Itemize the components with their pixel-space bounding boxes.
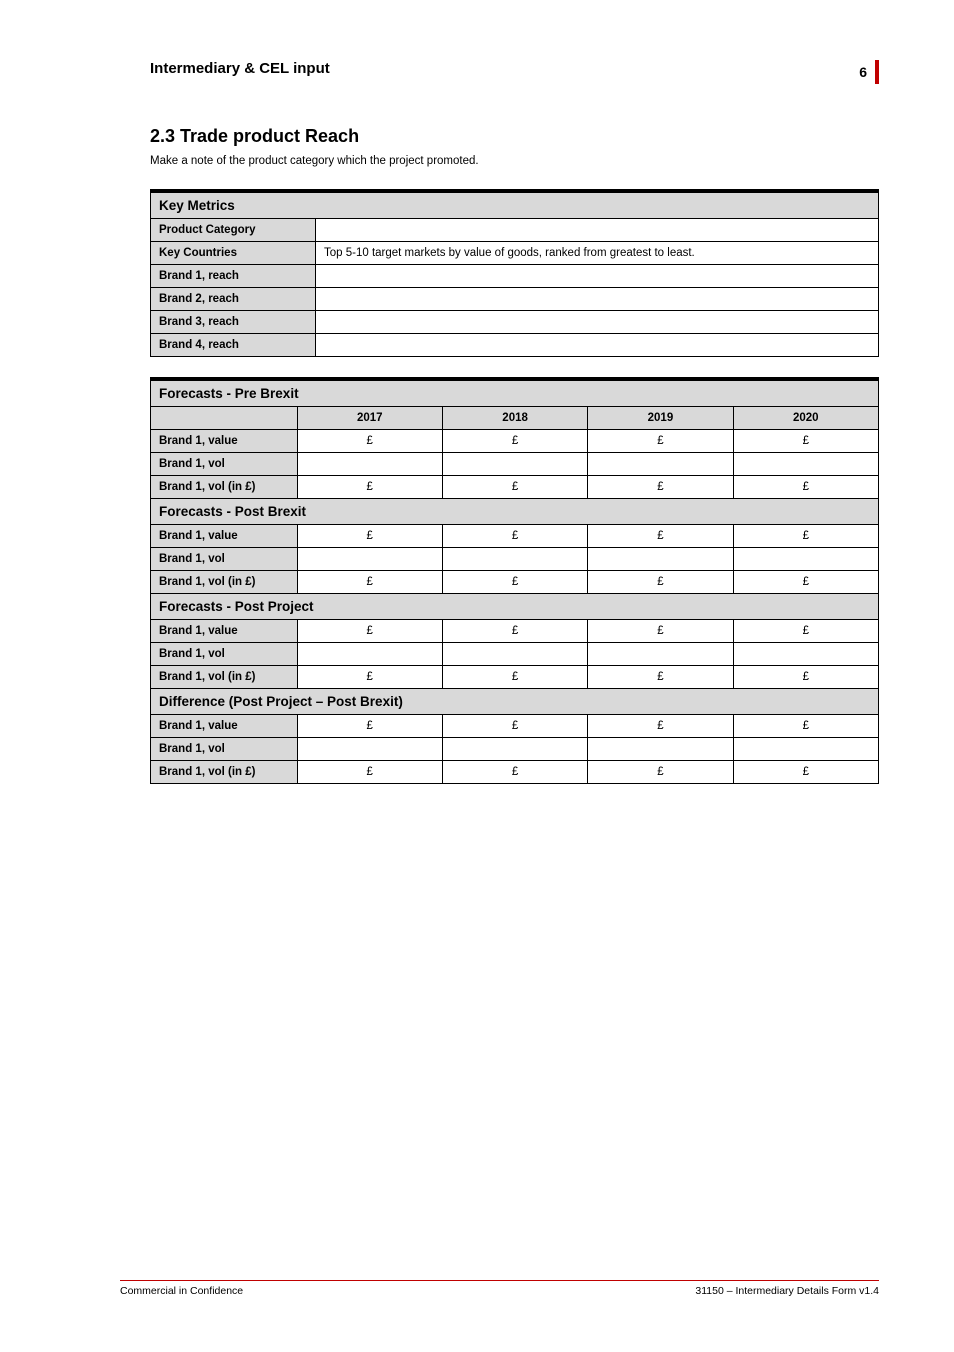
table2-row-label: Brand 1, value xyxy=(151,715,298,738)
accent-bar-icon xyxy=(875,60,879,84)
section-title: 2.3 Trade product Reach xyxy=(150,126,879,147)
section-subtitle: Make a note of the product category whic… xyxy=(150,155,879,167)
table2-row-label: Brand 1, vol xyxy=(151,738,298,761)
table1-value[interactable] xyxy=(316,288,879,311)
table2-subheader: Difference (Post Project – Post Brexit) xyxy=(151,689,879,715)
table2-cell[interactable] xyxy=(297,738,442,761)
table2-cell[interactable]: £ xyxy=(297,525,442,548)
table2-cell[interactable]: £ xyxy=(442,430,587,453)
header-title: Intermediary & CEL input xyxy=(150,60,330,77)
table2-cell[interactable]: £ xyxy=(733,761,878,784)
table2-subheader: Forecasts - Post Project xyxy=(151,594,879,620)
table2-cell[interactable] xyxy=(588,453,733,476)
table2-cell[interactable]: £ xyxy=(297,571,442,594)
footer-right: 31150 – Intermediary Details Form v1.4 xyxy=(695,1285,879,1297)
page-footer: Commercial in Confidence 31150 – Interme… xyxy=(120,1280,879,1297)
table2-cell[interactable]: £ xyxy=(588,430,733,453)
table2-row-label: Brand 1, vol (in £) xyxy=(151,571,298,594)
table2-cell[interactable] xyxy=(442,643,587,666)
table1-label: Brand 3, reach xyxy=(151,311,316,334)
table1-label: Brand 2, reach xyxy=(151,288,316,311)
table2-row-label: Brand 1, value xyxy=(151,620,298,643)
table2-cell[interactable] xyxy=(297,548,442,571)
table2-cell[interactable]: £ xyxy=(297,476,442,499)
key-metrics-table: Key Metrics Product CategoryKey Countrie… xyxy=(150,189,879,357)
table2-cell[interactable]: £ xyxy=(442,476,587,499)
table1-value[interactable] xyxy=(316,311,879,334)
table1-value[interactable] xyxy=(316,219,879,242)
table2-cell[interactable]: £ xyxy=(297,715,442,738)
table1-value[interactable] xyxy=(316,334,879,357)
table1-value[interactable]: Top 5-10 target markets by value of good… xyxy=(316,242,879,265)
table2-cell[interactable] xyxy=(588,643,733,666)
table2-cell[interactable]: £ xyxy=(588,620,733,643)
table2-cell[interactable]: £ xyxy=(588,476,733,499)
table2-cell[interactable] xyxy=(442,548,587,571)
table2-col-header: 2019 xyxy=(588,407,733,430)
footer-left: Commercial in Confidence xyxy=(120,1285,243,1297)
table1-value[interactable] xyxy=(316,265,879,288)
table2-col-header: 2017 xyxy=(297,407,442,430)
table2-row-label: Brand 1, vol (in £) xyxy=(151,476,298,499)
page-number: 6 xyxy=(859,64,867,80)
table2-cell[interactable] xyxy=(297,453,442,476)
table2-cell[interactable] xyxy=(733,738,878,761)
table2-row-label: Brand 1, value xyxy=(151,430,298,453)
header-right: 6 xyxy=(859,60,879,84)
table2-cell[interactable]: £ xyxy=(442,761,587,784)
table2-cell[interactable]: £ xyxy=(442,620,587,643)
table2-cell[interactable] xyxy=(297,643,442,666)
table2-subheader: Forecasts - Post Brexit xyxy=(151,499,879,525)
table2-cell[interactable]: £ xyxy=(588,571,733,594)
table2-col-header xyxy=(151,407,298,430)
table2-cell[interactable]: £ xyxy=(733,620,878,643)
table2-cell[interactable]: £ xyxy=(442,571,587,594)
table2-cell[interactable]: £ xyxy=(297,430,442,453)
table2-cell[interactable]: £ xyxy=(588,666,733,689)
table2-cell[interactable]: £ xyxy=(297,620,442,643)
table2-row-label: Brand 1, vol xyxy=(151,643,298,666)
table2-cell[interactable]: £ xyxy=(442,525,587,548)
table2-cell[interactable]: £ xyxy=(733,715,878,738)
table2-cell[interactable] xyxy=(442,453,587,476)
table2-cell[interactable] xyxy=(733,453,878,476)
table2-cell[interactable]: £ xyxy=(442,715,587,738)
table2-row-label: Brand 1, value xyxy=(151,525,298,548)
table1-label: Key Countries xyxy=(151,242,316,265)
page-header: Intermediary & CEL input 6 xyxy=(150,60,879,84)
table2-cell[interactable] xyxy=(588,548,733,571)
table2-cell[interactable]: £ xyxy=(733,525,878,548)
table2-cell[interactable] xyxy=(733,643,878,666)
table2-cell[interactable]: £ xyxy=(733,571,878,594)
table2-cell[interactable]: £ xyxy=(733,430,878,453)
table2-row-label: Brand 1, vol xyxy=(151,453,298,476)
table2-col-header: 2020 xyxy=(733,407,878,430)
table2-header: Forecasts - Pre Brexit xyxy=(151,379,879,407)
table2-cell[interactable]: £ xyxy=(588,525,733,548)
table1-label: Brand 4, reach xyxy=(151,334,316,357)
table2-row-label: Brand 1, vol (in £) xyxy=(151,761,298,784)
table2-row-label: Brand 1, vol (in £) xyxy=(151,666,298,689)
table2-cell[interactable]: £ xyxy=(297,761,442,784)
table2-cell[interactable] xyxy=(588,738,733,761)
table2-col-header: 2018 xyxy=(442,407,587,430)
table2-cell[interactable]: £ xyxy=(588,715,733,738)
table2-cell[interactable]: £ xyxy=(733,666,878,689)
table2-row-label: Brand 1, vol xyxy=(151,548,298,571)
table2-cell[interactable]: £ xyxy=(588,761,733,784)
table1-label: Product Category xyxy=(151,219,316,242)
table2-cell[interactable]: £ xyxy=(297,666,442,689)
table2-cell[interactable]: £ xyxy=(442,666,587,689)
table2-cell[interactable] xyxy=(733,548,878,571)
table2-cell[interactable]: £ xyxy=(733,476,878,499)
footer-rule xyxy=(120,1280,879,1281)
table2-cell[interactable] xyxy=(442,738,587,761)
table1-header: Key Metrics xyxy=(151,191,879,219)
table1-label: Brand 1, reach xyxy=(151,265,316,288)
forecasts-table: Forecasts - Pre Brexit 2017201820192020 … xyxy=(150,377,879,784)
